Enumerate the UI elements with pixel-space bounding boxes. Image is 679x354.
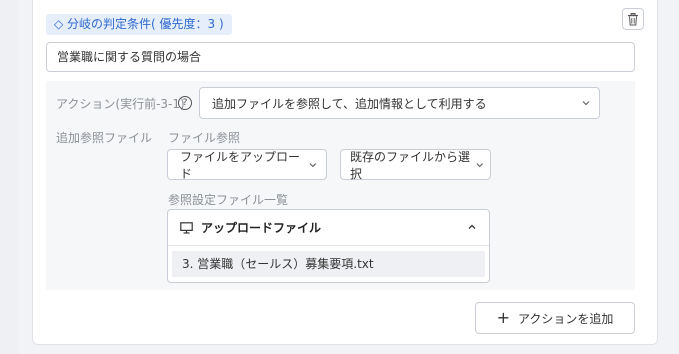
file-reference-label: ファイル参照 xyxy=(168,131,241,145)
uploaded-files-title: アップロードファイル xyxy=(201,221,322,235)
add-action-button-label: アクションを追加 xyxy=(518,311,614,326)
trash-icon xyxy=(628,12,638,25)
condition-input[interactable]: 営業職に関する質問の場合 xyxy=(46,42,635,72)
help-icon[interactable]: ? xyxy=(178,96,192,110)
condition-priority-tag: ◇ 分岐の判定条件( 優先度：3 ) xyxy=(46,14,232,35)
uploaded-file-item[interactable]: 3. 営業職（セールス）募集要項.txt xyxy=(172,251,485,277)
uploaded-files-panel: アップロードファイル 3. 営業職（セールス）募集要項.txt xyxy=(167,209,490,283)
chevron-down-icon xyxy=(582,101,590,106)
action-select[interactable]: 追加ファイルを参照して、追加情報として利用する xyxy=(199,87,600,119)
existing-file-dropdown[interactable]: 既存のファイルから選択 xyxy=(340,149,491,181)
upload-file-dropdown[interactable]: ファイルをアップロード xyxy=(167,149,327,181)
action-select-value: 追加ファイルを参照して、追加情報として利用する xyxy=(212,96,487,111)
chevron-up-icon[interactable] xyxy=(467,222,477,232)
chevron-down-icon xyxy=(309,162,317,167)
upload-file-dropdown-label: ファイルをアップロード xyxy=(180,149,301,181)
monitor-icon xyxy=(180,221,193,234)
chevron-down-icon xyxy=(476,162,483,167)
reference-file-list-label: 参照設定ファイル一覧 xyxy=(168,193,289,207)
action-label: アクション(実行前-3-1) xyxy=(56,97,185,111)
add-action-button[interactable]: + アクションを追加 xyxy=(475,302,635,334)
plus-icon: + xyxy=(496,308,510,327)
existing-file-dropdown-label: 既存のファイルから選択 xyxy=(350,149,471,181)
uploaded-files-header[interactable]: アップロードファイル xyxy=(168,210,489,246)
delete-condition-button[interactable] xyxy=(622,8,644,30)
additional-files-label: 追加参照ファイル xyxy=(56,131,153,145)
left-rail xyxy=(0,0,18,354)
